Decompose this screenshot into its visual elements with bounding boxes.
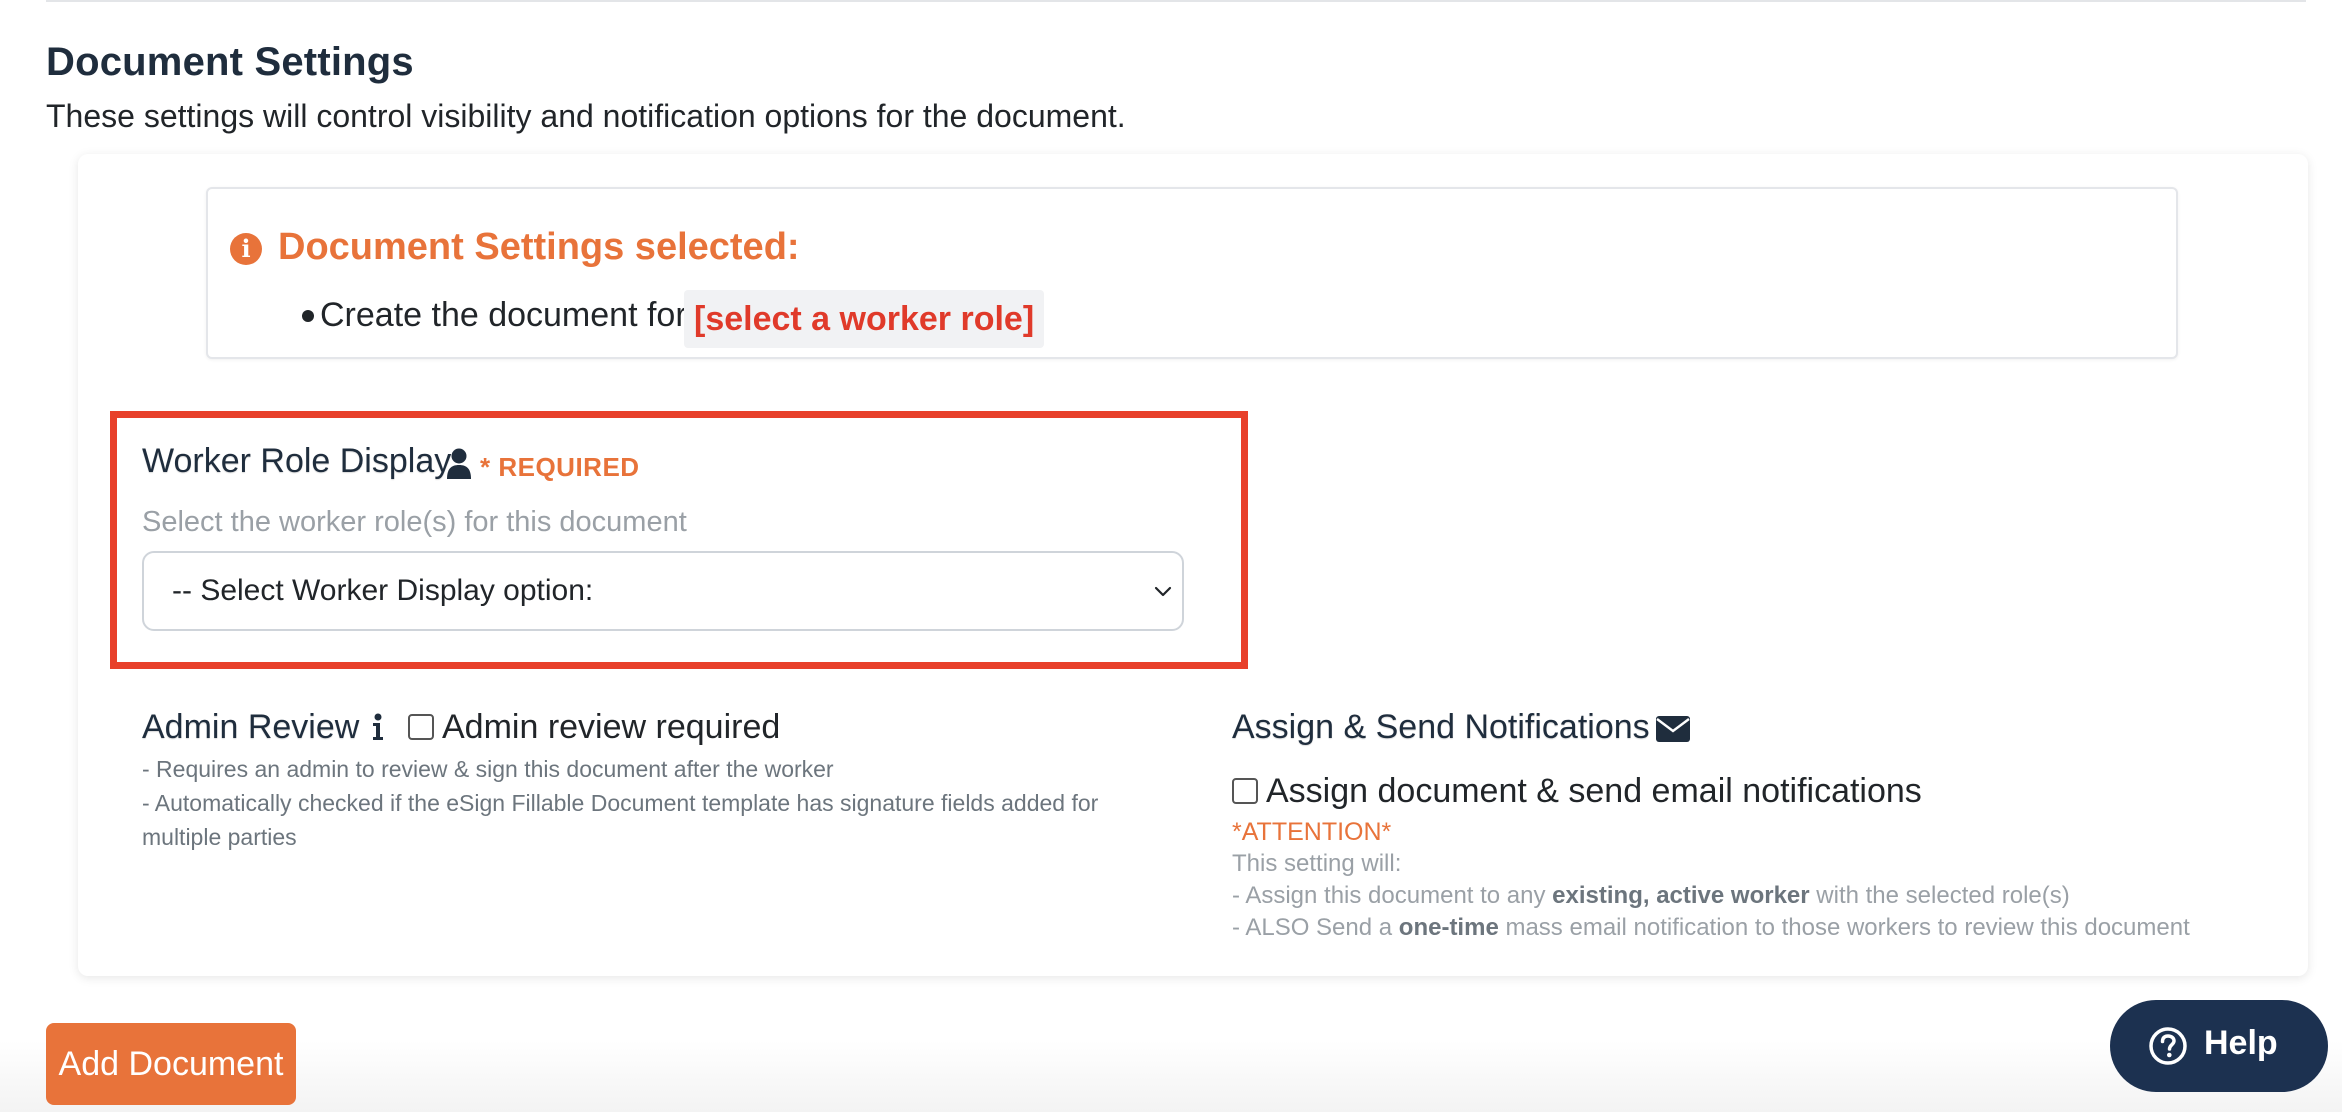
summary-item-lead: Create the document for (320, 296, 687, 334)
assign-note: - Assign this document to any existing, … (1232, 880, 2070, 912)
assign-note-intro: This setting will: (1232, 850, 1402, 877)
attention-label: *ATTENTION* (1232, 818, 1392, 846)
assign-note: - ALSO Send a one-time mass email notifi… (1232, 912, 2190, 944)
chevron-down-icon (1154, 586, 1172, 597)
admin-review-note: - Automatically checked if the eSign Fil… (142, 790, 1099, 850)
assign-notifications-checkbox[interactable] (1232, 778, 1258, 804)
section-description: These settings will control visibility a… (46, 98, 1126, 134)
user-icon (447, 448, 471, 479)
admin-review-checkbox[interactable] (408, 714, 434, 740)
assign-notifications-title: Assign & Send Notifications (1232, 708, 1650, 746)
top-divider (46, 0, 2306, 2)
required-tag: * REQUIRED (480, 452, 640, 482)
assign-note-emphasis: one-time (1398, 914, 1499, 941)
selected-role-value: [select a worker role] (684, 290, 1045, 348)
worker-role-help: Select the worker role(s) for this docum… (142, 506, 687, 538)
help-label: Help (2204, 1024, 2278, 1062)
assign-note-text: with the selected role(s) (1809, 882, 2070, 909)
info-letter-icon[interactable] (370, 712, 386, 742)
help-button[interactable]: Help (2110, 1000, 2328, 1092)
admin-review-checkbox-label[interactable]: Admin review required (442, 708, 780, 747)
summary-bullet (302, 310, 314, 322)
admin-review-title: Admin Review (142, 708, 360, 746)
assign-note-text: - ALSO Send a (1232, 914, 1399, 941)
section-title: Document Settings (46, 40, 414, 84)
admin-review-note: - Requires an admin to review & sign thi… (142, 756, 834, 782)
worker-display-select-value: -- Select Worker Display option: (172, 574, 594, 607)
assign-notifications-checkbox-label[interactable]: Assign document & send email notificatio… (1266, 772, 1922, 811)
worker-role-label: Worker Role Display (142, 442, 452, 480)
assign-note-emphasis: existing, active worker (1552, 882, 1810, 909)
add-document-button[interactable]: Add Document (46, 1023, 296, 1105)
summary-title: Document Settings selected: (278, 226, 800, 268)
assign-note-text: - Assign this document to any (1232, 882, 1553, 909)
worker-display-select[interactable]: -- Select Worker Display option: (142, 551, 1184, 631)
assign-note-text: mass email notification to those workers… (1498, 914, 2190, 941)
footer-fade (0, 1040, 2342, 1112)
question-circle-icon (2149, 1027, 2187, 1065)
envelope-icon (1656, 716, 1690, 742)
info-icon: i (230, 233, 262, 265)
